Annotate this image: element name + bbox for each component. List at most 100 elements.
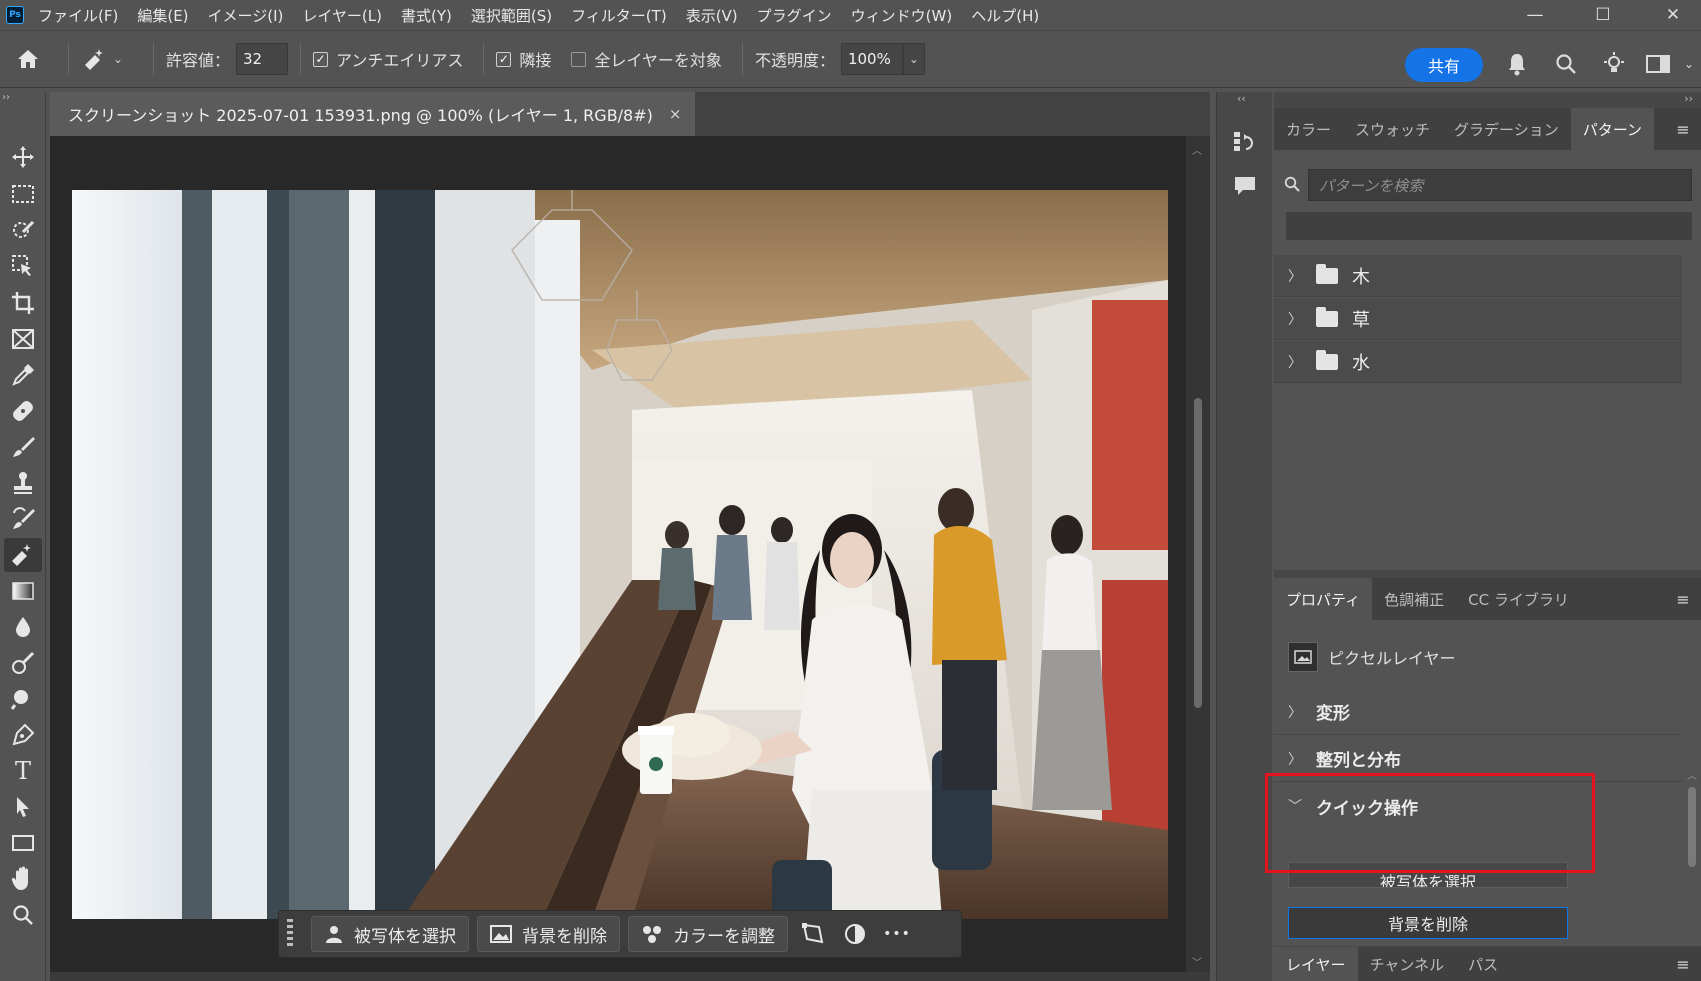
quick-action-remove-bg-button[interactable]: 背景を削除: [1288, 907, 1568, 939]
menu-select[interactable]: 選択範囲(S): [471, 5, 552, 26]
gradient-icon: [12, 582, 34, 600]
expand-toolbar-icon[interactable]: ››: [2, 92, 10, 103]
menu-image[interactable]: イメージ(I): [208, 5, 284, 26]
path-select-tool[interactable]: [4, 790, 42, 824]
scroll-up-icon[interactable]: ︿: [1687, 767, 1697, 782]
tools-panel: ›› T: [0, 92, 46, 981]
rectangle-tool[interactable]: [4, 826, 42, 860]
home-button[interactable]: [0, 30, 56, 88]
pen-tool[interactable]: [4, 718, 42, 752]
history-brush-tool[interactable]: [4, 502, 42, 536]
tab-cc-libraries[interactable]: CC ライブラリ: [1456, 578, 1581, 620]
remove-background-button[interactable]: 背景を削除: [477, 916, 620, 952]
opacity-input[interactable]: 100%: [840, 43, 903, 75]
tab-adjustments[interactable]: 色調補正: [1372, 578, 1456, 620]
frame-tool[interactable]: [4, 322, 42, 356]
healing-icon: [13, 401, 33, 421]
pattern-group-water[interactable]: 〉 水: [1274, 341, 1682, 383]
scroll-up-icon[interactable]: ︿: [1192, 142, 1202, 157]
eyedropper-tool[interactable]: [4, 358, 42, 392]
share-button[interactable]: 共有: [1405, 48, 1483, 82]
antialias-checkbox[interactable]: ✓ アンチエイリアス: [313, 47, 463, 71]
search-button[interactable]: [1552, 50, 1580, 78]
tab-swatches[interactable]: スウォッチ: [1343, 108, 1442, 150]
healing-tool[interactable]: [4, 394, 42, 428]
select-subject-button[interactable]: 被写体を選択: [311, 916, 469, 952]
bell-icon: [1509, 54, 1525, 76]
drag-handle[interactable]: [287, 919, 297, 949]
section-transform[interactable]: 〉 変形: [1274, 689, 1682, 735]
collapse-panels-icon[interactable]: ‹‹: [1237, 92, 1246, 105]
panel-menu-icon[interactable]: ≡: [1673, 578, 1693, 620]
menu-plugins[interactable]: プラグイン: [757, 5, 832, 26]
checkbox-unchecked-icon: [571, 51, 587, 67]
opacity-dropdown-button[interactable]: ⌄: [902, 43, 925, 75]
all-layers-label: 全レイヤーを対象: [594, 51, 722, 70]
move-tool[interactable]: [4, 140, 42, 174]
workspace-dropdown[interactable]: ⌄: [1680, 50, 1698, 78]
expand-panels-icon[interactable]: ››: [1684, 92, 1693, 105]
marquee-tool[interactable]: [4, 177, 42, 211]
history-panel-button[interactable]: [1231, 128, 1259, 156]
canvas-vertical-scrollbar[interactable]: ︿ ﹀: [1186, 136, 1210, 981]
tool-preset-picker[interactable]: ⌄: [81, 47, 141, 71]
contiguous-checkbox[interactable]: ✓ 隣接: [496, 47, 551, 71]
tab-properties[interactable]: プロパティ: [1274, 578, 1373, 620]
more-options-button[interactable]: •••: [880, 916, 914, 952]
tab-channels[interactable]: チャンネル: [1358, 947, 1457, 981]
all-layers-checkbox[interactable]: 全レイヤーを対象: [571, 47, 722, 71]
magic-eraser-tool[interactable]: [4, 538, 42, 572]
pixel-layer-row: ピクセルレイヤー: [1288, 642, 1456, 672]
pattern-group-grass[interactable]: 〉 草: [1274, 298, 1682, 340]
stamp-tool[interactable]: [4, 466, 42, 500]
quick-select-tool[interactable]: [4, 213, 42, 247]
notifications-button[interactable]: [1503, 50, 1531, 78]
object-select-tool[interactable]: [4, 249, 42, 283]
discover-button[interactable]: [1600, 50, 1628, 78]
workspace-button[interactable]: [1644, 50, 1672, 78]
panel-menu-icon[interactable]: ≡: [1673, 947, 1693, 981]
pattern-group-wood[interactable]: 〉 木: [1274, 255, 1682, 297]
tolerance-input[interactable]: 32: [236, 43, 289, 75]
menu-help[interactable]: ヘルプ(H): [971, 5, 1039, 26]
menu-edit[interactable]: 編集(E): [137, 5, 188, 26]
zoom-tool[interactable]: [4, 898, 42, 932]
tab-paths[interactable]: パス: [1456, 947, 1510, 981]
stamp-icon: [14, 472, 32, 494]
adjust-color-button[interactable]: カラーを調整: [628, 916, 788, 952]
brush-tool[interactable]: [4, 430, 42, 464]
close-document-icon[interactable]: ×: [669, 105, 682, 123]
hand-tool[interactable]: [4, 862, 42, 896]
tab-gradients[interactable]: グラデーション: [1442, 108, 1571, 150]
blur-tool[interactable]: [4, 610, 42, 644]
maximize-button[interactable]: ☐: [1578, 0, 1628, 30]
minimize-button[interactable]: —: [1510, 0, 1560, 30]
color-adjust-icon: [641, 924, 663, 944]
burn-tool[interactable]: [4, 682, 42, 716]
menu-type[interactable]: 書式(Y): [401, 5, 452, 26]
document-tab[interactable]: スクリーンショット 2025-07-01 153931.png @ 100% (…: [50, 92, 696, 136]
tab-patterns[interactable]: パターン: [1570, 108, 1654, 150]
scroll-down-icon[interactable]: ﹀: [1192, 954, 1202, 969]
checkbox-checked-icon: ✓: [496, 51, 512, 67]
dodge-tool[interactable]: [4, 646, 42, 680]
scrollbar-thumb[interactable]: [1688, 787, 1696, 867]
menu-layer[interactable]: レイヤー(L): [302, 5, 382, 26]
type-tool[interactable]: T: [4, 754, 42, 788]
pattern-search-input[interactable]: パターンを検索: [1308, 169, 1692, 201]
transform-button[interactable]: [796, 916, 830, 952]
panel-menu-icon[interactable]: ≡: [1673, 108, 1693, 150]
menu-view[interactable]: 表示(V): [686, 5, 738, 26]
menu-file[interactable]: ファイル(F): [38, 5, 118, 26]
document-photo[interactable]: [72, 190, 1168, 919]
menu-filter[interactable]: フィルター(T): [571, 5, 667, 26]
mask-button[interactable]: [838, 916, 872, 952]
gradient-tool[interactable]: [4, 574, 42, 608]
tab-layers[interactable]: レイヤー: [1274, 947, 1358, 981]
crop-tool[interactable]: [4, 286, 42, 320]
close-window-button[interactable]: ✕: [1648, 0, 1698, 30]
tab-color[interactable]: カラー: [1274, 108, 1343, 150]
scrollbar-thumb[interactable]: [1194, 398, 1202, 708]
comments-panel-button[interactable]: [1231, 172, 1259, 200]
menu-window[interactable]: ウィンドウ(W): [851, 5, 953, 26]
